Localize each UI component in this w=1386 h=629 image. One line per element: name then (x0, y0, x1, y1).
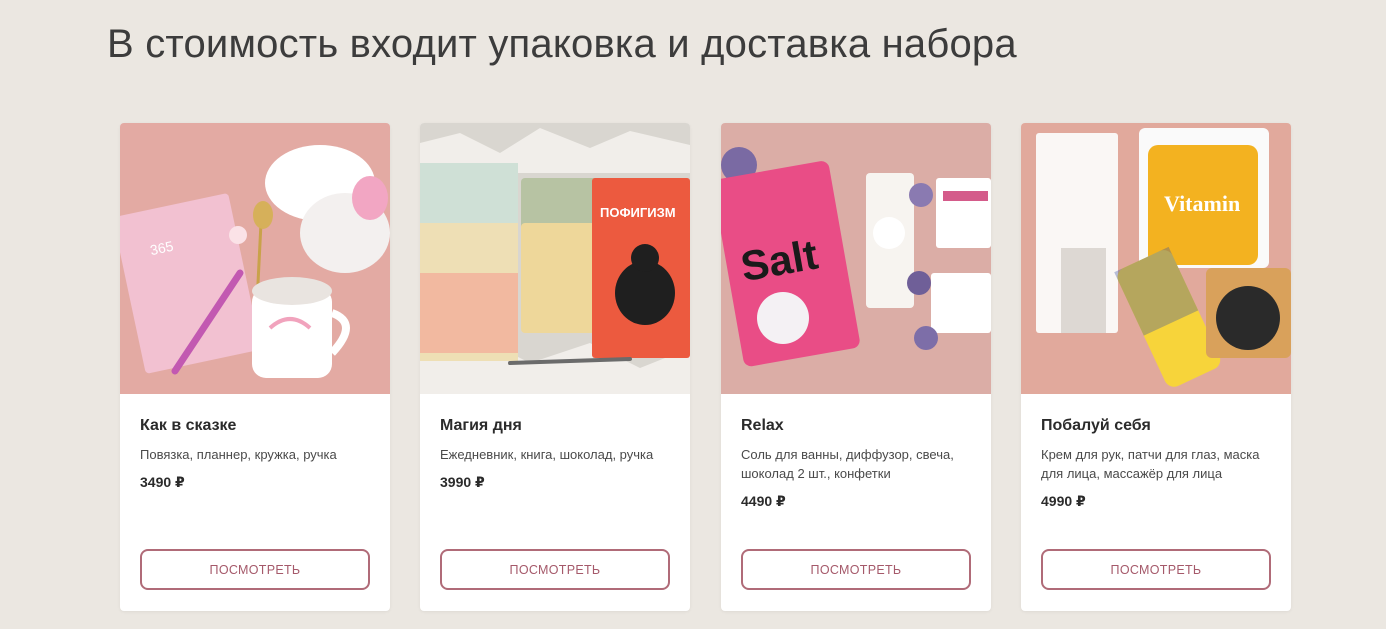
card-price: 3990 ₽ (440, 474, 485, 490)
card-price: 3490 ₽ (140, 474, 185, 490)
image-text-vitamin: Vitamin (1164, 191, 1240, 216)
product-card-1[interactable]: 365 Как в сказке Повязка, планнер, кружк… (120, 123, 390, 611)
product-image-1[interactable]: 365 (120, 123, 390, 394)
section-title: В стоимость входит упаковка и доставка н… (107, 22, 1017, 66)
card-price: 4490 ₽ (741, 493, 786, 509)
card-description: Повязка, планнер, кружка, ручка (140, 447, 337, 462)
card-description: Ежедневник, книга, шоколад, ручка (440, 447, 654, 462)
view-button[interactable]: ПОСМОТРЕТЬ (440, 549, 670, 590)
page: В стоимость входит упаковка и доставка н… (0, 0, 1386, 629)
card-body-2: Магия дня Ежедневник, книга, шоколад, ру… (420, 394, 690, 611)
image-text-book: ПОФИГИЗМ (600, 205, 676, 220)
product-card-2[interactable]: ПОФИГИЗМ Магия дня Ежедневник, книга, шо… (420, 123, 690, 611)
product-card-3[interactable]: Salt Relax Соль для ванны, диффузор, све… (721, 123, 991, 611)
product-image-3[interactable]: Salt (721, 123, 991, 394)
card-description: Соль для ванны, диффузор, свеча, шоколад… (741, 447, 954, 481)
view-button[interactable]: ПОСМОТРЕТЬ (1041, 549, 1271, 590)
card-body-1: Как в сказке Повязка, планнер, кружка, р… (120, 394, 390, 611)
product-card-4[interactable]: Vitamin Побалуй себя Крем для рук, патчи… (1021, 123, 1291, 611)
card-description: Крем для рук, патчи для глаз, маска для … (1041, 447, 1260, 481)
product-cards: 365 Как в сказке Повязка, планнер, кружк… (120, 123, 1292, 611)
card-title: Как в сказке (140, 417, 237, 434)
card-body-4: Побалуй себя Крем для рук, патчи для гла… (1021, 394, 1291, 611)
product-image-4[interactable]: Vitamin (1021, 123, 1291, 394)
card-price: 4990 ₽ (1041, 493, 1086, 509)
view-button[interactable]: ПОСМОТРЕТЬ (741, 549, 971, 590)
product-image-2[interactable]: ПОФИГИЗМ (420, 123, 690, 394)
card-title: Магия дня (440, 417, 522, 434)
card-body-3: Relax Соль для ванны, диффузор, свеча, ш… (721, 394, 991, 611)
card-title: Побалуй себя (1041, 417, 1151, 434)
view-button[interactable]: ПОСМОТРЕТЬ (140, 549, 370, 590)
card-title: Relax (741, 417, 784, 434)
